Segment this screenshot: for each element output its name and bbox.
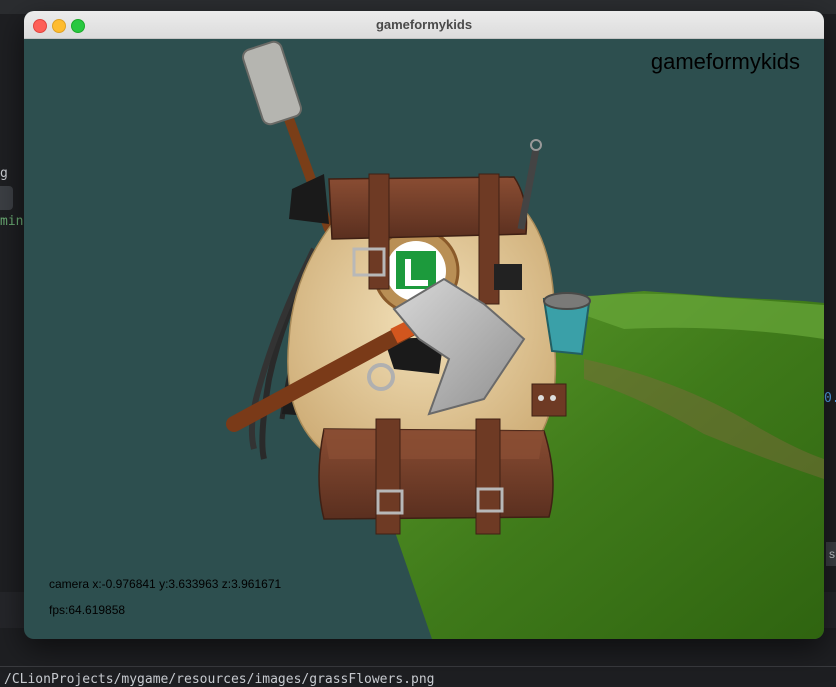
- ide-editor-field[interactable]: [0, 186, 13, 210]
- ide-right-number: 0.: [824, 391, 836, 406]
- game-window[interactable]: gameformykids gameformykids camera x:-0.…: [24, 11, 824, 639]
- window-titlebar[interactable]: gameformykids: [24, 11, 824, 39]
- side-tag: [494, 264, 522, 290]
- ide-divider: [0, 666, 836, 667]
- pouch-strap-right: [475, 418, 501, 535]
- game-viewport[interactable]: gameformykids camera x:-0.976841 y:3.633…: [24, 39, 824, 639]
- side-strap: [531, 383, 567, 417]
- black-strap: [289, 174, 329, 224]
- hud-fps: fps:64.619858: [49, 603, 126, 617]
- hud-title: gameformykids: [650, 49, 800, 74]
- ide-editor-text: g: [0, 166, 8, 181]
- ide-console-output: /CLionProjects/mygame/resources/images/g…: [4, 672, 435, 687]
- pouch-strap-left: [375, 418, 401, 535]
- game-scene: [226, 40, 824, 639]
- torch-head: [242, 40, 302, 126]
- window-title: gameformykids: [375, 17, 473, 32]
- ide-right-button[interactable]: s: [826, 542, 836, 566]
- hud-camera-position: camera x:-0.976841 y:3.633963 z:3.961671: [49, 577, 282, 591]
- strap-left: [368, 173, 390, 290]
